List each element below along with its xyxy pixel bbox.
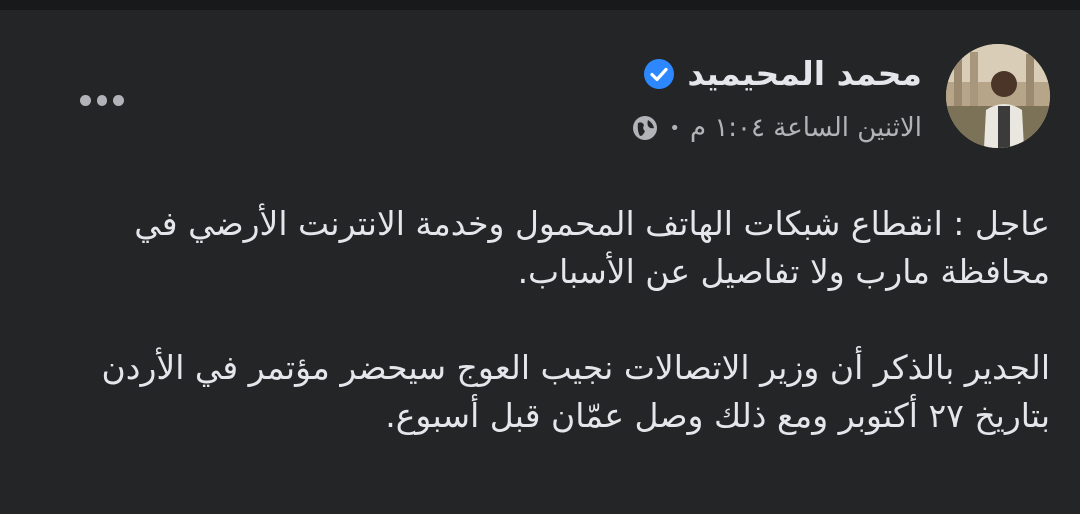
post-body: عاجل : انقطاع شبكات الهاتف المحمول وخدمة…	[40, 200, 1050, 440]
meta-separator: •	[669, 117, 680, 139]
verified-badge-icon	[643, 58, 675, 90]
facebook-post: محمد المحيميد الاثنين الساعة ١:٠٤ م • عا…	[0, 10, 1080, 514]
post-timestamp[interactable]: الاثنين الساعة ١:٠٤ م	[690, 113, 922, 143]
author-name[interactable]: محمد المحيميد	[687, 50, 922, 98]
more-dot	[113, 94, 125, 106]
avatar[interactable]	[946, 44, 1050, 148]
post-header: محمد المحيميد الاثنين الساعة ١:٠٤ م •	[30, 44, 1050, 148]
more-dot	[96, 94, 108, 106]
globe-icon[interactable]	[631, 114, 659, 142]
post-paragraph: عاجل : انقطاع شبكات الهاتف المحمول وخدمة…	[134, 204, 1050, 291]
top-divider	[0, 0, 1080, 10]
post-paragraph: الجدير بالذكر أن وزير الاتصالات نجيب الع…	[101, 348, 1050, 435]
avatar-image	[946, 44, 1050, 148]
post-meta: الاثنين الساعة ١:٠٤ م •	[631, 108, 922, 148]
more-options-icon[interactable]	[80, 90, 125, 110]
more-dot	[80, 94, 91, 106]
author-row: محمد المحيميد	[643, 50, 922, 98]
